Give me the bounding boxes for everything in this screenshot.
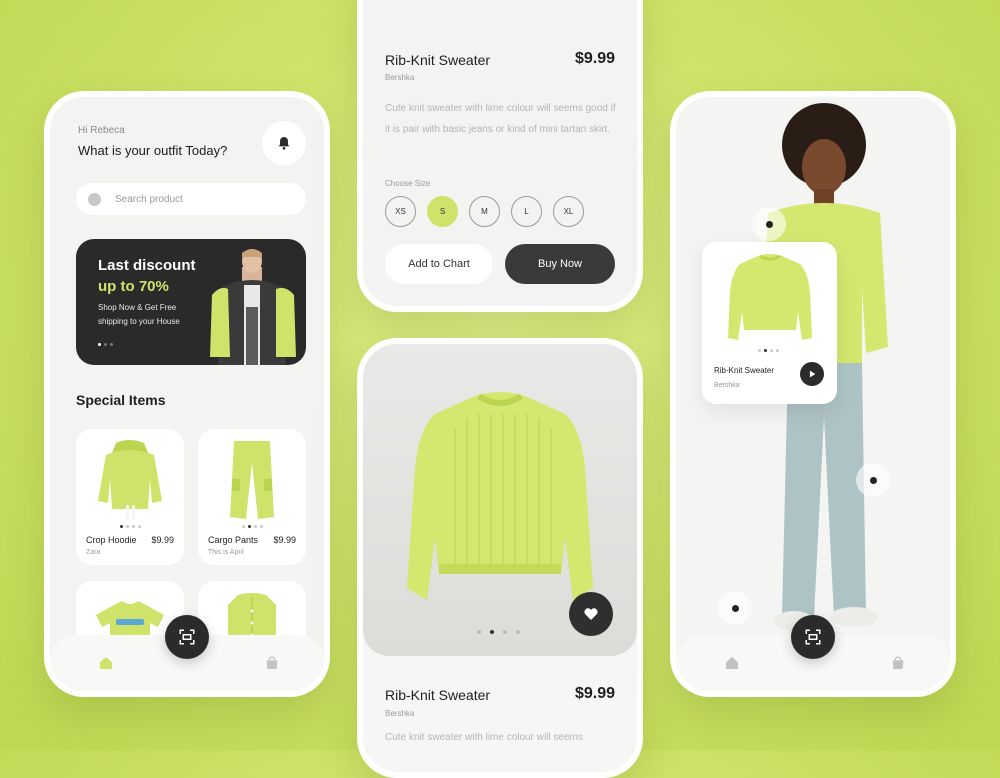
crop-hoodie-image (98, 440, 162, 519)
search-bar[interactable] (76, 183, 306, 215)
card-pagination (120, 525, 141, 528)
bag-icon[interactable] (890, 655, 906, 671)
product-description: Cute knit sweater with lime colour will … (385, 732, 583, 743)
cargo-pants-image (230, 441, 274, 519)
size-option-s[interactable]: S (427, 196, 458, 227)
size-option-xl[interactable]: XL (553, 196, 584, 227)
bell-icon (278, 137, 290, 150)
buy-now-button[interactable]: Buy Now (505, 244, 615, 284)
size-option-xs[interactable]: XS (385, 196, 416, 227)
product-card[interactable]: Crop Hoodie $9.99 Zara (76, 429, 184, 565)
product-brand: Zara (86, 549, 101, 556)
product-card[interactable]: Cargo Pants $9.99 This is April (198, 429, 306, 565)
search-icon (88, 192, 101, 206)
product-price: $9.99 (273, 535, 296, 545)
greeting-text: Hi Rebeca (78, 125, 125, 136)
outfit-question: What is your outfit Today? (78, 143, 228, 158)
size-option-l[interactable]: L (511, 196, 542, 227)
size-selector: XS S M L XL (385, 196, 584, 227)
heart-icon (584, 608, 598, 620)
add-to-cart-button[interactable]: Add to Chart (385, 244, 493, 284)
sweater-image (407, 392, 593, 600)
product-name: Rib-Knit Sweater (385, 687, 491, 703)
hotspot-shoes[interactable] (718, 591, 752, 625)
banner-pagination (98, 343, 113, 346)
product-brand: Bershka (385, 73, 415, 82)
notification-button[interactable] (262, 121, 306, 165)
view-product-button[interactable] (800, 362, 824, 386)
product-gallery-screen: Rib-Knit Sweater $9.99 Bershka Cute knit… (357, 338, 643, 778)
search-input[interactable] (113, 192, 287, 206)
size-option-m[interactable]: M (469, 196, 500, 227)
scan-button[interactable] (791, 615, 835, 659)
hotspot-sweater[interactable] (752, 207, 786, 241)
product-name: Crop Hoodie (86, 535, 137, 545)
bag-icon[interactable] (264, 655, 280, 671)
image-pagination (477, 630, 520, 634)
sweater-thumbnail (728, 254, 812, 340)
banner-model-image (210, 249, 296, 365)
discount-banner[interactable]: Last discount up to 70% Shop Now & Get F… (76, 239, 306, 365)
product-name: Rib-Knit Sweater (385, 52, 491, 68)
scan-button[interactable] (165, 615, 209, 659)
banner-title: Last discount (98, 257, 196, 274)
banner-description: Shop Now & Get Free shipping to your Hou… (98, 303, 180, 326)
hotspot-jeans[interactable] (856, 463, 890, 497)
card-pagination (758, 349, 779, 352)
size-label: Choose Size (385, 179, 431, 188)
product-image-area (363, 344, 637, 656)
product-name: Rib-Knit Sweater (714, 366, 775, 375)
product-description: Cute knit sweater with lime colour will … (385, 103, 616, 135)
product-brand: This is April (208, 549, 244, 556)
product-brand: Bershka (385, 709, 415, 718)
home-screen: Hi Rebeca What is your outfit Today? Las… (44, 91, 330, 697)
scan-icon (805, 629, 821, 645)
product-name: Cargo Pants (208, 535, 259, 545)
home-icon[interactable] (98, 655, 114, 671)
special-items-title: Special Items (76, 392, 166, 408)
product-brand: Bershka (714, 382, 740, 389)
play-icon (809, 370, 816, 378)
product-price: $9.99 (574, 685, 615, 702)
banner-subtitle: up to 70% (98, 278, 169, 295)
home-icon[interactable] (724, 655, 740, 671)
product-detail-screen: Rib-Knit Sweater $9.99 Bershka Cute knit… (357, 0, 643, 312)
hotspot-product-card[interactable]: Rib-Knit Sweater Bershka (702, 242, 837, 404)
card-pagination (242, 525, 263, 528)
favorite-button[interactable] (569, 592, 613, 636)
product-price: $9.99 (574, 50, 615, 67)
look-screen: Rib-Knit Sweater Bershka (670, 91, 956, 697)
scan-icon (179, 629, 195, 645)
product-price: $9.99 (151, 535, 174, 545)
